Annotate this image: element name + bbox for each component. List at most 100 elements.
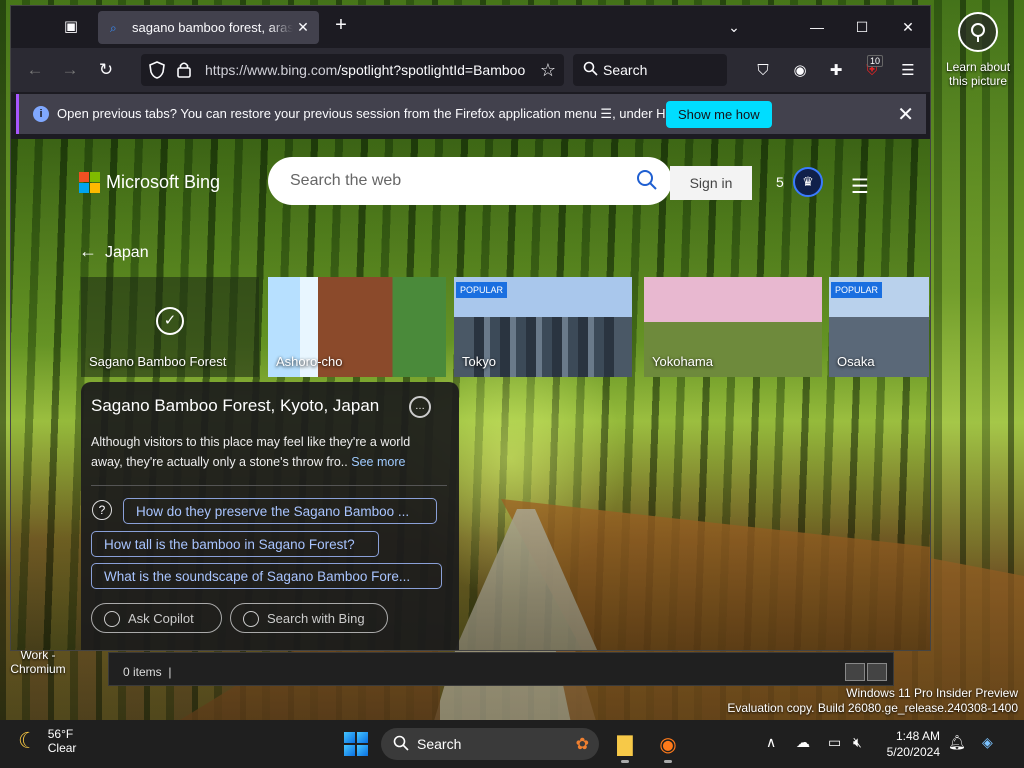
firefox-window[interactable]: ▣ ⌕ sagano bamboo forest, arashiyama ✕ +… [10,5,931,651]
question-chip[interactable]: What is the soundscape of Sagano Bamboo … [91,563,442,589]
card-label: Sagano Bamboo Forest [89,354,227,369]
copilot-icon [104,611,120,627]
rewards-count: 5 [776,174,784,190]
close-window-button[interactable]: ✕ [893,12,923,42]
question-chip[interactable]: How tall is the bamboo in Sagano Forest? [91,531,379,557]
browser-search-bar[interactable]: Search [573,54,727,86]
copilot-taskbar-icon[interactable]: ◈ [982,734,993,751]
work-chromium-shortcut[interactable]: Work - Chromium [6,648,70,676]
network-icon[interactable]: ▭ [828,734,841,751]
camera-location-icon [958,12,998,52]
notification-message: Open previous tabs? You can restore your… [57,106,700,121]
tracking-shield-icon[interactable] [149,61,165,82]
card-ashoro-cho[interactable]: Ashoro-cho [268,277,446,377]
popular-badge: POPULAR [456,282,508,298]
bing-logo[interactable]: Microsoft Bing [79,172,220,193]
search-icon [393,735,409,754]
date: 5/20/2024 [886,745,940,759]
extensions-icon[interactable]: ✚ [822,56,850,84]
card-label: Osaka [837,354,875,369]
file-explorer-icon[interactable]: ▇ [609,728,641,763]
question-chip[interactable]: How do they preserve the Sagano Bamboo .… [123,498,437,524]
search-icon [583,61,598,79]
weather-widget[interactable]: ☾ 56°F Clear [18,727,76,755]
bing-search-placeholder: Search the web [290,172,402,189]
file-explorer-window[interactable]: 0 items | [108,652,894,686]
maximize-button[interactable]: ☐ [847,12,877,42]
learn-about-picture-icon[interactable]: Learn about this picture [938,8,1018,88]
new-tab-button[interactable]: + [329,14,353,37]
sign-in-button[interactable]: Sign in [670,166,752,200]
see-more-link[interactable]: See more [351,455,405,469]
forward-button[interactable]: → [56,56,84,84]
bing-menu-icon[interactable]: ☰ [851,174,869,199]
restore-session-notification: i Open previous tabs? You can restore yo… [16,94,926,134]
back-arrow-icon: ← [79,241,97,261]
chat-icon[interactable]: … [409,396,431,418]
start-button[interactable] [344,732,368,756]
pocket-icon[interactable]: ⛉ [749,56,777,84]
watermark-line1: Windows 11 Pro Insider Preview [846,686,1018,700]
question-icon: ? [92,500,112,520]
card-yokohama[interactable]: Yokohama [644,277,822,377]
notification-bell-icon[interactable]: 🔔︎ [948,734,966,751]
work-chromium-label: Work - Chromium [10,648,66,676]
card-label: Ashoro-cho [276,354,343,369]
rewards-trophy-icon[interactable]: ♛ [793,167,823,197]
bing-search-icon[interactable] [636,169,658,196]
close-notification-icon[interactable]: ✕ [897,102,914,127]
bookmark-star-icon[interactable]: ☆ [540,60,556,81]
microsoft-logo-icon [79,172,100,193]
bing-spotlight-page: Microsoft Bing Search the web Sign in 5 … [11,139,930,650]
back-label: Japan [105,244,149,261]
clock[interactable]: 1:48 AM 5/20/2024 [880,728,940,760]
card-osaka[interactable]: POPULAR Osaka [829,277,929,377]
card-tokyo[interactable]: POPULAR Tokyo [454,277,632,377]
back-to-japan-link[interactable]: ← Japan [79,241,149,262]
view-switcher[interactable] [845,663,887,681]
taskbar-search-label: Search [417,736,462,752]
details-view-icon[interactable] [845,663,865,681]
ask-copilot-button[interactable]: Ask Copilot [91,603,222,633]
search-with-bing-button[interactable]: Search with Bing [230,603,388,633]
show-me-how-button[interactable]: Show me how [666,101,772,128]
tiles-view-icon[interactable] [867,663,887,681]
url-bar[interactable]: https://www.bing.com/spotlight?spotlight… [141,54,564,86]
list-tabs-icon[interactable]: ⌄ [719,12,749,42]
temperature: 56°F [47,727,74,741]
search-placeholder: Search [603,62,648,78]
card-sagano-bamboo-forest[interactable]: ✓ Sagano Bamboo Forest [81,277,259,377]
back-button[interactable]: ← [21,56,49,84]
cloud-offline-icon[interactable]: ☁ [796,734,810,751]
learn-label: Learn about this picture [945,60,1011,88]
account-icon[interactable]: ◉ [786,56,814,84]
volume-muted-icon[interactable]: 🔇︎ [853,734,862,751]
minimize-button[interactable]: — [802,12,832,42]
bing-search-box[interactable]: Search the web [268,157,672,205]
app-menu-icon[interactable]: ☰ [894,56,922,84]
location-info-panel: Sagano Bamboo Forest, Kyoto, Japan … Alt… [81,382,459,650]
items-count: 0 items | [123,665,172,679]
active-tab[interactable]: ⌕ sagano bamboo forest, arashiyama ✕ [98,11,319,44]
tab-title: sagano bamboo forest, arashiyama [132,20,293,35]
card-label: Tokyo [462,354,496,369]
weather-condition: Clear [47,741,77,755]
extension-badge: 10 [867,55,884,67]
firefox-icon[interactable]: ◉ [652,728,684,763]
taskbar-search[interactable]: Search ✿ [381,728,599,760]
divider [91,485,447,486]
card-label: Yokohama [652,354,713,369]
lock-icon[interactable] [177,61,191,81]
info-icon: i [33,106,49,122]
search-icon [243,611,259,627]
firefox-view-icon[interactable]: ▣ [59,14,83,38]
reload-button[interactable]: ↻ [92,56,120,84]
location-title: Sagano Bamboo Forest, Kyoto, Japan [91,396,380,415]
bing-logo-text: Microsoft Bing [106,172,221,192]
chevron-up-icon[interactable]: ∧ [766,734,776,751]
windows-watermark: Windows 11 Pro Insider Preview Evaluatio… [727,686,1018,716]
popular-badge: POPULAR [831,282,883,298]
url-text: https://www.bing.com/spotlight?spotlight… [205,62,525,78]
close-tab-icon[interactable]: ✕ [293,19,313,36]
search-highlight-icon: ✿ [575,736,589,753]
